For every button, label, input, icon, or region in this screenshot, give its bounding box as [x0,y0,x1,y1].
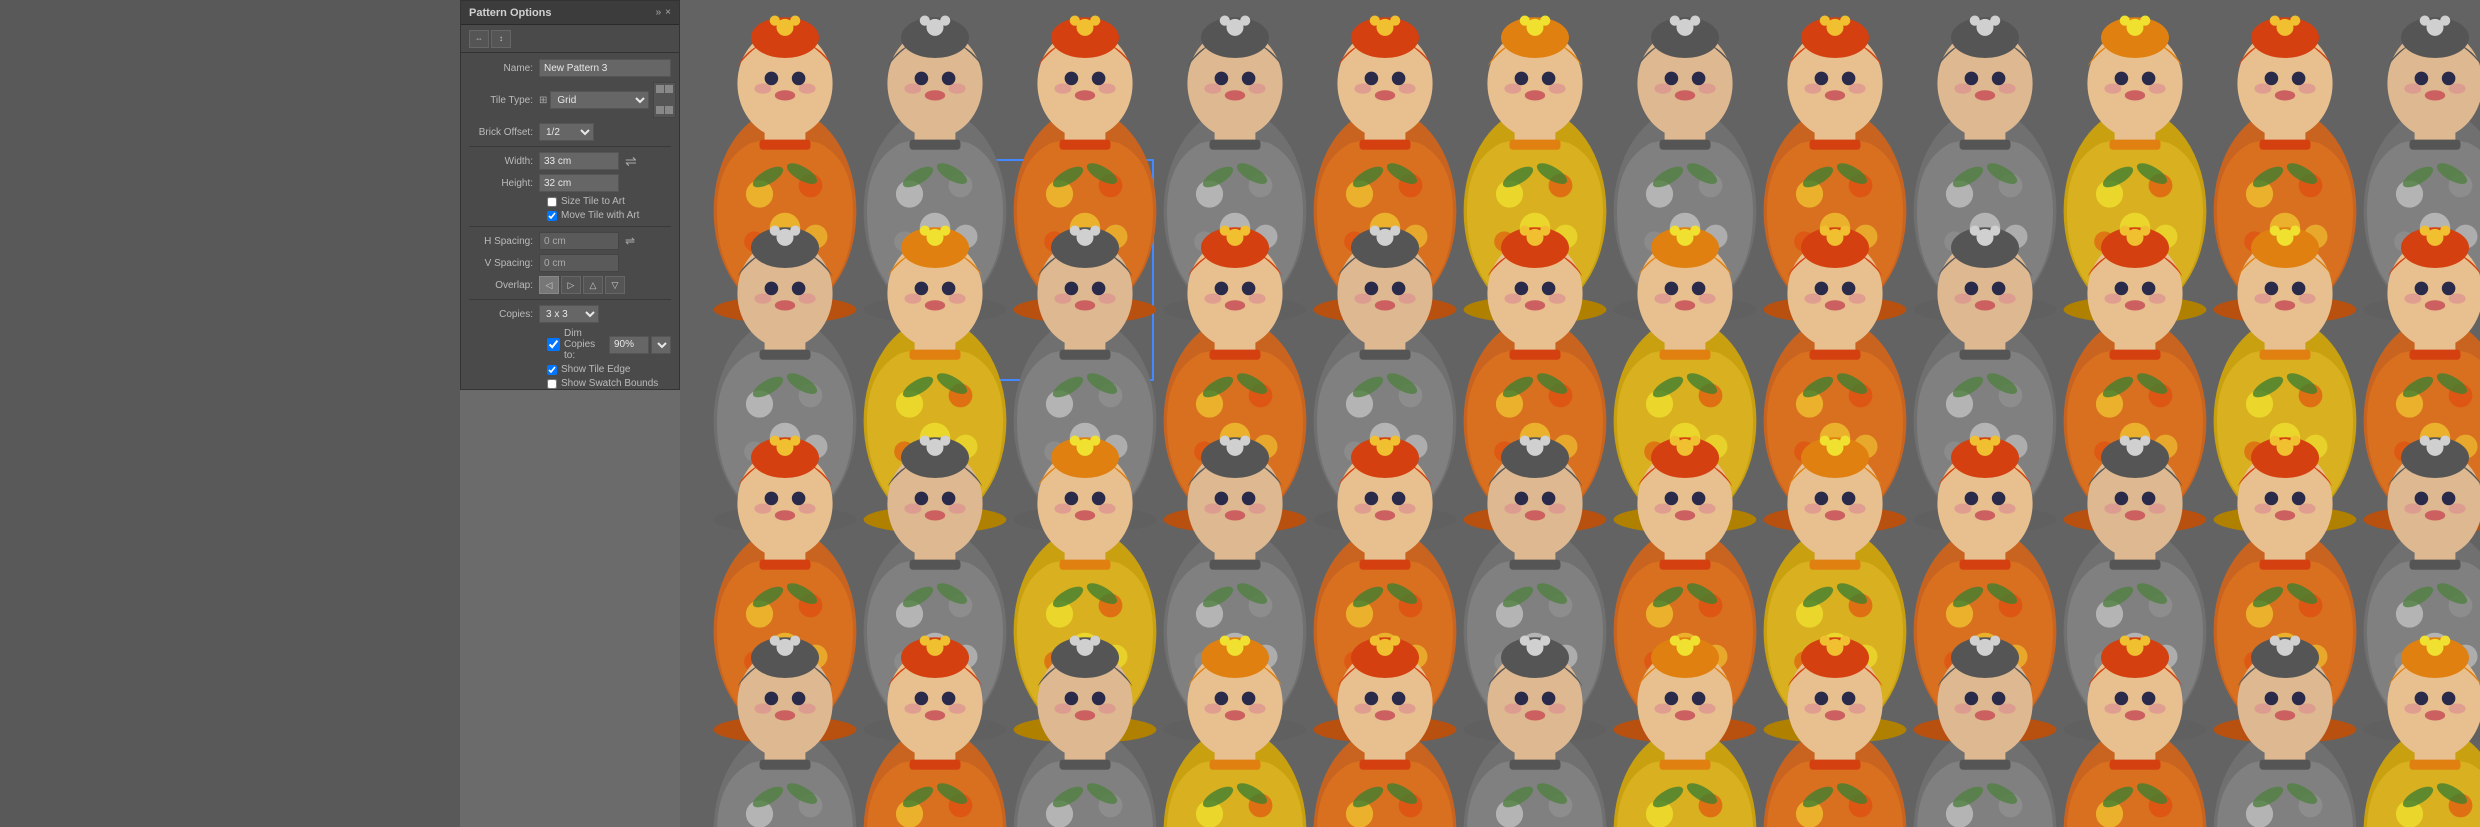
width-input[interactable] [539,152,619,170]
tile-cell [656,95,664,103]
show-swatch-row: Show Swatch Bounds [469,378,671,389]
h-spacing-label: H Spacing: [469,236,539,247]
tile-cell [656,106,664,114]
tile-preview [653,82,676,118]
copies-row: Copies: 3 x 3 5 x 5 7 x 7 [469,305,671,323]
overlap-front-left-button[interactable]: ◁ [539,276,559,294]
copies-select[interactable]: 3 x 3 5 x 5 7 x 7 [539,305,599,323]
panel-close-button[interactable]: × [665,7,671,18]
height-input[interactable] [539,174,619,192]
overlap-back-bottom-button[interactable]: ▽ [605,276,625,294]
pattern-preview [680,0,2480,827]
tile-type-label: Tile Type: [469,95,539,106]
size-tile-row: Size Tile to Art [469,196,671,207]
show-tile-checkbox[interactable] [547,365,557,375]
dim-copies-input[interactable] [609,336,649,354]
show-swatch-label[interactable]: Show Swatch Bounds [561,378,658,389]
divider-3 [469,299,671,300]
h-spacing-row: H Spacing: ⇌ [469,232,671,250]
tile-cell [665,106,673,114]
show-swatch-checkbox[interactable] [547,379,557,389]
panel-header: Pattern Options » × [461,1,679,25]
overlap-label: Overlap: [469,280,539,291]
name-input[interactable] [539,59,671,77]
size-tile-checkbox[interactable] [547,197,557,207]
divider-2 [469,226,671,227]
panel-toolbar: ⇔ ↕ [461,25,679,53]
overlap-row: Overlap: ◁ ▷ △ ▽ [469,276,671,294]
dim-copies-label[interactable]: Dim Copies to: [564,328,605,361]
move-tile-checkbox[interactable] [547,211,557,221]
chain-link-icon[interactable]: ⇌ [625,153,637,170]
pattern-canvas [680,0,2480,827]
size-tile-label[interactable]: Size Tile to Art [561,196,625,207]
left-workspace [0,0,460,827]
brick-offset-row: Brick Offset: 1/2 1/3 1/4 1/5 [469,123,671,141]
tile-cell [665,85,673,93]
dim-copies-row: Dim Copies to: % [469,328,671,361]
tile-cell [656,85,664,93]
move-tile-label[interactable]: Move Tile with Art [561,210,639,221]
panel-title: Pattern Options [469,7,552,19]
v-spacing-row: V Spacing: [469,254,671,272]
dim-copies-dropdown[interactable]: % [651,336,671,354]
height-row: Height: [469,174,671,192]
height-label: Height: [469,178,539,189]
h-spacing-input[interactable] [539,232,619,250]
copies-label: Copies: [469,309,539,320]
width-label: Width: [469,156,539,167]
brick-offset-select[interactable]: 1/2 1/3 1/4 1/5 [539,123,594,141]
overlap-back-top-button[interactable]: △ [583,276,603,294]
tile-cell [665,95,673,103]
panel-collapse-button[interactable]: » [656,7,662,18]
width-row: Width: ⇌ [469,152,671,170]
v-spacing-input[interactable] [539,254,619,272]
show-tile-label[interactable]: Show Tile Edge [561,364,631,375]
show-tile-row: Show Tile Edge [469,364,671,375]
transform-vertical-button[interactable]: ↕ [491,30,511,48]
transform-horizontal-button[interactable]: ⇔ [469,30,489,48]
name-row: Name: [469,59,671,77]
v-spacing-label: V Spacing: [469,258,539,269]
tile-type-select-container: ⊞ Grid Brick by Row Brick by Column Hex … [539,91,649,109]
tile-type-row: Tile Type: ⊞ Grid Brick by Row Brick by … [469,82,671,118]
divider-1 [469,146,671,147]
move-tile-row: Move Tile with Art [469,210,671,221]
grid-icon: ⊞ [539,95,547,106]
pattern-options-panel: Pattern Options » × ⇔ ↕ Name: Tile Type:… [460,0,680,390]
tile-type-select[interactable]: Grid Brick by Row Brick by Column Hex by… [550,91,649,109]
panel-body: Name: Tile Type: ⊞ Grid Brick by Row Bri… [461,53,679,398]
brick-offset-label: Brick Offset: [469,127,539,138]
overlap-front-right-button[interactable]: ▷ [561,276,581,294]
name-label: Name: [469,63,539,74]
dim-copies-checkbox[interactable] [547,338,560,351]
spacing-chain-icon[interactable]: ⇌ [625,234,635,248]
